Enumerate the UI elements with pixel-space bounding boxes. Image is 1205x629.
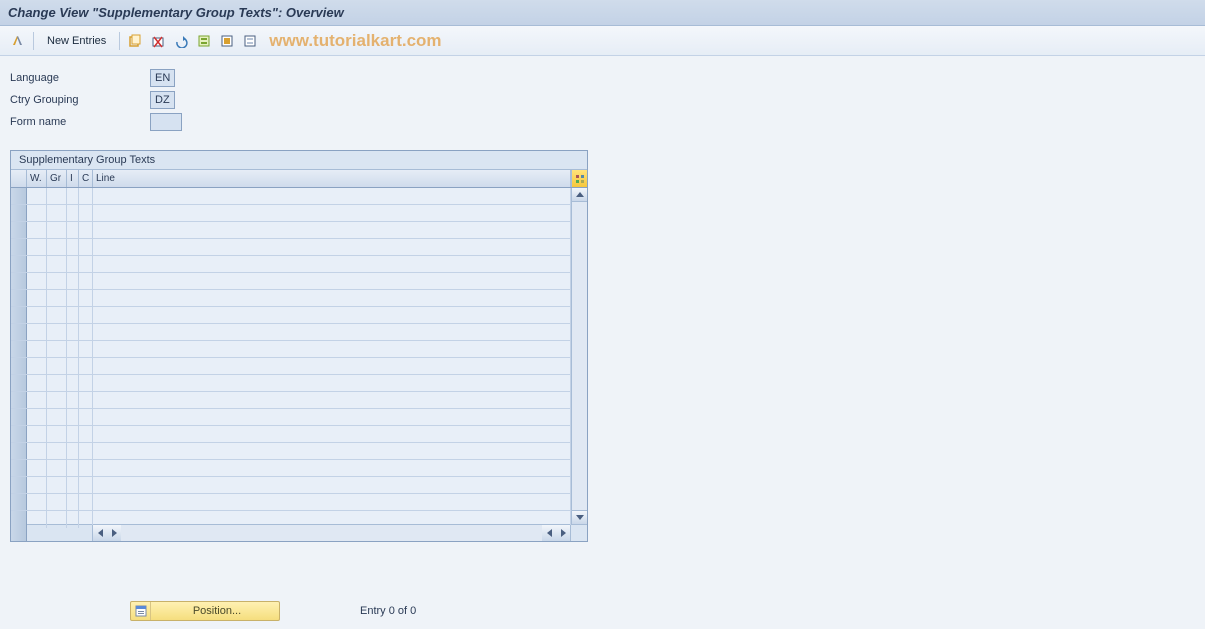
- table-row[interactable]: [11, 477, 571, 494]
- col-i[interactable]: I: [67, 170, 79, 187]
- vertical-scrollbar[interactable]: [571, 188, 587, 524]
- table-row[interactable]: [11, 341, 571, 358]
- grid-supplementary-texts: Supplementary Group Texts W. Gr I C Line: [10, 150, 588, 542]
- toggle-icon[interactable]: [8, 31, 28, 51]
- table-row[interactable]: [11, 324, 571, 341]
- field-row-formname: Form name: [10, 112, 1195, 132]
- watermark-text: www.tutorialkart.com: [269, 31, 441, 51]
- col-c[interactable]: C: [79, 170, 93, 187]
- grid-rows: [11, 188, 571, 524]
- table-row[interactable]: [11, 426, 571, 443]
- table-row[interactable]: [11, 460, 571, 477]
- toolbar-sep: [119, 32, 120, 50]
- title-bar: Change View "Supplementary Group Texts":…: [0, 0, 1205, 26]
- table-row[interactable]: [11, 239, 571, 256]
- ctry-grouping-value[interactable]: DZ: [150, 91, 175, 109]
- col-selector[interactable]: [11, 170, 27, 187]
- table-row[interactable]: [11, 222, 571, 239]
- bottom-bar: Position... Entry 0 of 0: [0, 601, 1205, 621]
- table-row[interactable]: [11, 443, 571, 460]
- table-config-icon[interactable]: [571, 170, 587, 187]
- table-row[interactable]: [11, 375, 571, 392]
- col-w[interactable]: W.: [27, 170, 47, 187]
- toolbar: New Entries www.tutorialkart.com: [0, 26, 1205, 56]
- select-block-icon[interactable]: [217, 31, 237, 51]
- formname-value[interactable]: [150, 113, 182, 131]
- table-row[interactable]: [11, 205, 571, 222]
- table-row[interactable]: [11, 188, 571, 205]
- position-button[interactable]: Position...: [130, 601, 280, 621]
- scroll-left-end-icon[interactable]: [542, 525, 556, 541]
- toolbar-sep: [33, 32, 34, 50]
- table-row[interactable]: [11, 290, 571, 307]
- table-row[interactable]: [11, 256, 571, 273]
- footer-selector: [11, 525, 27, 541]
- formname-label: Form name: [10, 116, 150, 128]
- field-row-language: Language EN: [10, 68, 1195, 88]
- grid-header: W. Gr I C Line: [11, 170, 587, 188]
- position-label: Position...: [155, 605, 279, 617]
- position-icon: [131, 602, 151, 620]
- delete-icon[interactable]: [148, 31, 168, 51]
- table-row[interactable]: [11, 392, 571, 409]
- table-row[interactable]: [11, 494, 571, 511]
- scroll-up-icon[interactable]: [572, 188, 587, 202]
- scroll-right-icon[interactable]: [107, 525, 121, 541]
- undo-icon[interactable]: [171, 31, 191, 51]
- footer-fixed-area: [27, 525, 93, 541]
- scroll-track[interactable]: [572, 202, 587, 510]
- entry-status: Entry 0 of 0: [360, 605, 416, 617]
- table-row[interactable]: [11, 358, 571, 375]
- language-label: Language: [10, 72, 150, 84]
- col-gr[interactable]: Gr: [47, 170, 67, 187]
- grid-title: Supplementary Group Texts: [11, 151, 587, 170]
- page-title: Change View "Supplementary Group Texts":…: [8, 5, 344, 20]
- table-row[interactable]: [11, 307, 571, 324]
- deselect-all-icon[interactable]: [240, 31, 260, 51]
- scroll-left-icon[interactable]: [93, 525, 107, 541]
- horizontal-scrollbar[interactable]: [93, 525, 571, 541]
- table-row[interactable]: [11, 409, 571, 426]
- scroll-down-icon[interactable]: [572, 510, 587, 524]
- field-row-ctry: Ctry Grouping DZ: [10, 90, 1195, 110]
- select-all-icon[interactable]: [194, 31, 214, 51]
- corner-box: [571, 525, 587, 541]
- language-value[interactable]: EN: [150, 69, 175, 87]
- scroll-right-end-icon[interactable]: [556, 525, 570, 541]
- new-entries-button[interactable]: New Entries: [39, 31, 114, 51]
- copy-as-icon[interactable]: [125, 31, 145, 51]
- grid-footer: [11, 524, 587, 541]
- table-row[interactable]: [11, 273, 571, 290]
- ctry-grouping-label: Ctry Grouping: [10, 94, 150, 106]
- form-area: Language EN Ctry Grouping DZ Form name: [0, 56, 1205, 140]
- col-line[interactable]: Line: [93, 170, 571, 187]
- grid-body: [11, 188, 587, 524]
